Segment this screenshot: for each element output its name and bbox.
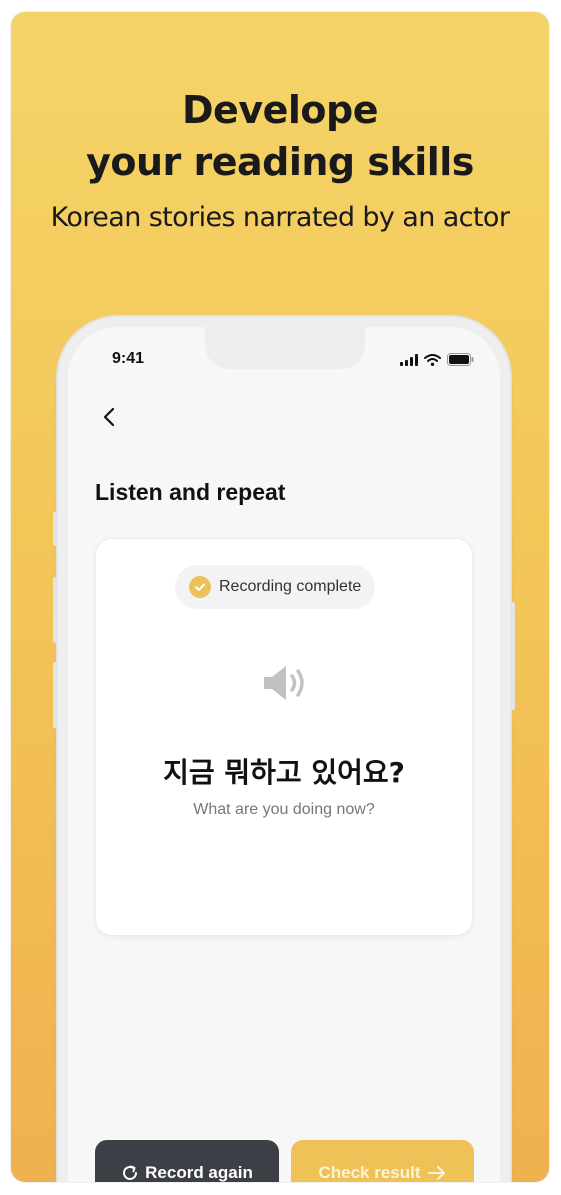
phone-volume-down xyxy=(53,662,58,728)
phone-notch xyxy=(205,327,365,369)
speaker-icon xyxy=(264,666,304,700)
battery-icon xyxy=(447,353,474,366)
check-circle-icon xyxy=(189,576,211,598)
phrase-card: Recording complete 지금 뭐하고 있어요? What are … xyxy=(96,539,472,935)
english-translation: What are you doing now? xyxy=(193,801,375,818)
back-button[interactable] xyxy=(98,405,122,429)
app-screen: 9:41 Listen and repeat Recording complet… xyxy=(68,327,500,1182)
arrow-right-icon xyxy=(427,1166,445,1180)
phone-power-button xyxy=(510,602,515,710)
check-result-button[interactable]: Check result xyxy=(291,1140,474,1182)
phone-side-button xyxy=(53,512,58,546)
chevron-left-icon xyxy=(103,407,115,427)
promo-card: Develope your reading skills Korean stor… xyxy=(11,12,549,1182)
promo-headline-line2: your reading skills xyxy=(86,140,474,184)
check-result-label: Check result xyxy=(318,1163,421,1182)
speaker-button[interactable] xyxy=(260,663,308,703)
status-badge: Recording complete xyxy=(175,565,376,609)
record-again-label: Record again xyxy=(145,1163,253,1182)
promo-headline: Develope your reading skills xyxy=(11,84,549,188)
korean-phrase: 지금 뭐하고 있어요? xyxy=(163,756,405,789)
wifi-icon xyxy=(424,353,441,366)
record-again-button[interactable]: Record again xyxy=(95,1140,279,1182)
phone-volume-up xyxy=(53,577,58,643)
status-icons xyxy=(400,353,474,366)
status-time: 9:41 xyxy=(112,350,145,367)
status-badge-label: Recording complete xyxy=(219,578,362,595)
signal-icon xyxy=(400,353,418,366)
page-title: Listen and repeat xyxy=(95,479,286,505)
promo-headline-line1: Develope xyxy=(182,88,378,132)
refresh-icon xyxy=(123,1165,138,1180)
phone-mockup: 9:41 Listen and repeat Recording complet… xyxy=(53,317,515,1182)
promo-subheadline: Korean stories narrated by an actor xyxy=(50,202,510,233)
